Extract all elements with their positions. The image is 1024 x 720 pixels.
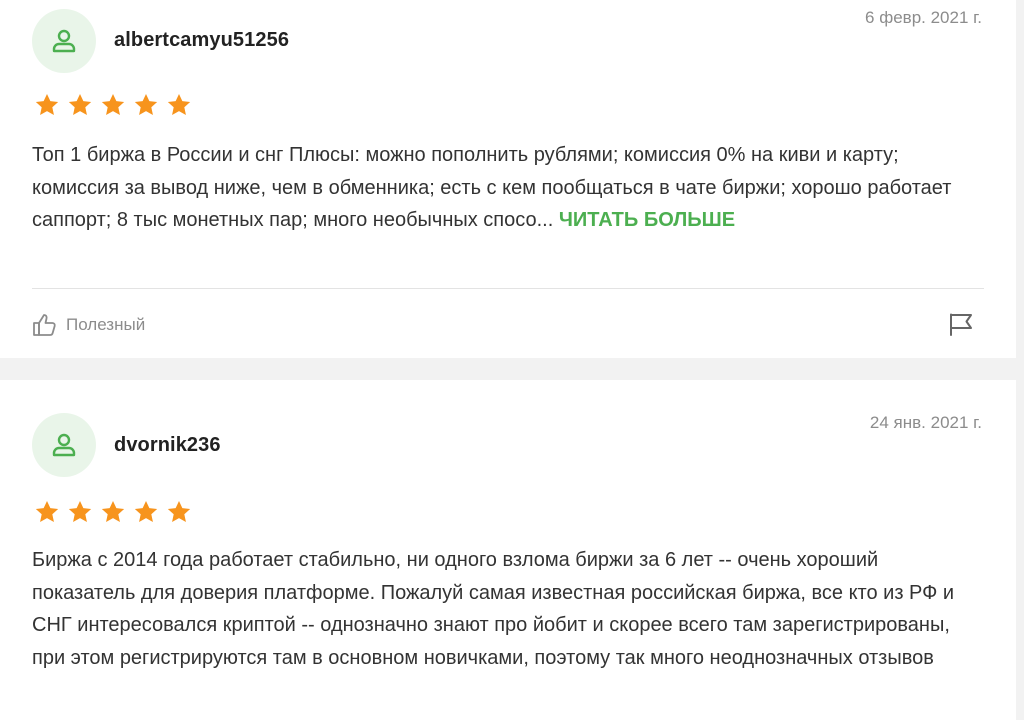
divider <box>32 288 984 289</box>
star-icon <box>35 500 59 522</box>
review-card: albertcamyu51256 6 февр. 2021 г. Топ 1 б… <box>0 0 1016 358</box>
review-date: 24 янв. 2021 г. <box>869 413 982 432</box>
review-text: Топ 1 биржа в России и снг Плюсы: можно … <box>32 139 987 237</box>
thumbs-up-icon <box>33 314 56 336</box>
user-icon <box>52 29 76 53</box>
helpful-label: Полезный <box>66 315 146 334</box>
star-icon <box>101 93 125 115</box>
star-icon <box>134 500 158 522</box>
username[interactable]: dvornik236 <box>114 434 221 457</box>
star-icon <box>134 93 158 115</box>
read-more-link[interactable]: Читать больше <box>559 209 735 231</box>
user-icon <box>52 433 76 457</box>
review-text-body: Топ 1 биржа в России и снг Плюсы: можно … <box>32 144 952 231</box>
star-icon <box>167 500 191 522</box>
review-text: Биржа с 2014 года работает стабильно, ни… <box>32 549 955 669</box>
flag-icon <box>950 313 972 336</box>
star-rating <box>34 499 192 525</box>
review-card: dvornik236 24 янв. 2021 г. Биржа с 2014 … <box>0 380 1016 720</box>
star-icon <box>167 93 191 115</box>
avatar <box>32 9 96 73</box>
report-button[interactable] <box>948 312 974 341</box>
star-icon <box>68 93 92 115</box>
username[interactable]: albertcamyu51256 <box>114 29 289 52</box>
helpful-button[interactable]: Полезный <box>32 313 145 337</box>
review-date: 6 февр. 2021 г. <box>865 8 982 27</box>
star-icon <box>35 93 59 115</box>
star-rating <box>34 92 192 118</box>
avatar <box>32 413 96 477</box>
star-icon <box>101 500 125 522</box>
star-icon <box>68 500 92 522</box>
